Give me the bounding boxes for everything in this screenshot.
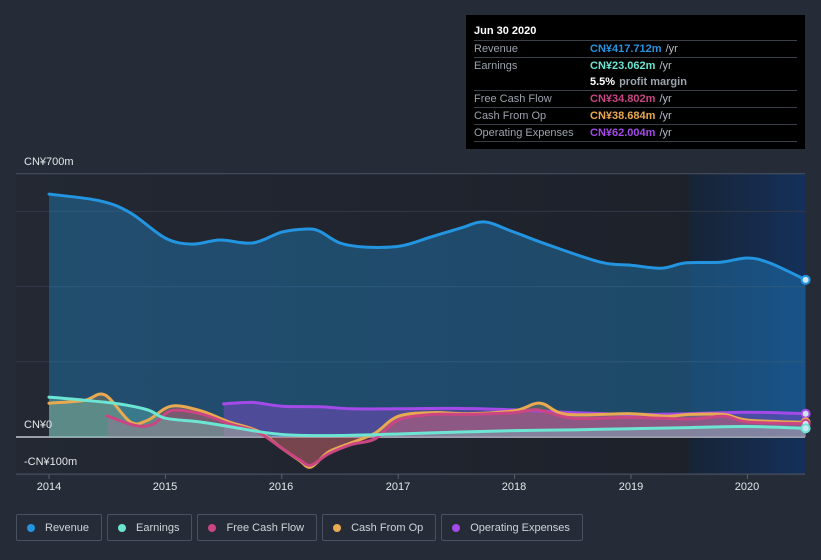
- tooltip-value: CN¥62.004m: [590, 127, 656, 139]
- tooltip-unit: /yr: [665, 43, 678, 55]
- legend-dot-icon: [452, 523, 461, 532]
- legend-label: Revenue: [45, 521, 90, 534]
- legend-item-cash-from-op[interactable]: Cash From Op: [322, 514, 437, 541]
- operating-expenses-endpoint: [800, 408, 811, 419]
- tooltip-row-revenue: Revenue CN¥417.712m /yr: [474, 41, 797, 58]
- x-tick-label: 2018: [501, 481, 527, 493]
- tooltip-row-earnings: Earnings CN¥23.062m /yr: [474, 58, 797, 74]
- tooltip-row-profit-margin: 5.5% profit margin: [474, 74, 797, 91]
- tooltip-label: Operating Expenses: [474, 127, 574, 139]
- tooltip-label: Earnings: [474, 60, 518, 72]
- legend-dot-icon: [27, 523, 35, 532]
- profit-margin-value: 5.5%: [590, 76, 616, 88]
- legend-item-operating-expenses[interactable]: Operating Expenses: [441, 514, 583, 541]
- tooltip-row-cfo: Cash From Op CN¥38.684m /yr: [474, 108, 797, 125]
- x-tick-label: 2019: [618, 481, 644, 493]
- legend-label: Free Cash Flow: [226, 521, 305, 534]
- x-tick-label: 2020: [734, 481, 760, 493]
- x-tick-label: 2017: [385, 481, 411, 493]
- tooltip-value: CN¥34.802m: [590, 93, 656, 105]
- y-tick-label-0: CN¥0: [24, 419, 53, 431]
- tooltip-value: CN¥38.684m: [590, 110, 656, 122]
- tooltip-row-opex: Operating Expenses CN¥62.004m /yr: [474, 125, 797, 142]
- y-tick-label-neg100: -CN¥100m: [24, 456, 78, 468]
- data-tooltip: Jun 30 2020 Revenue CN¥417.712m /yr Earn…: [466, 15, 805, 149]
- x-tick-label: 2015: [152, 481, 178, 493]
- tooltip-label: Free Cash Flow: [474, 93, 552, 105]
- tooltip-unit: /yr: [659, 127, 672, 139]
- tooltip-date: Jun 30 2020: [474, 23, 797, 41]
- legend-label: Earnings: [136, 521, 180, 534]
- tooltip-unit: /yr: [659, 60, 672, 72]
- tooltip-value: CN¥417.712m: [590, 43, 662, 55]
- tooltip-row-fcf: Free Cash Flow CN¥34.802m /yr: [474, 91, 797, 108]
- tooltip-unit: /yr: [659, 110, 672, 122]
- earnings-endpoint: [800, 423, 811, 434]
- legend-dot-icon: [333, 523, 342, 532]
- tooltip-label: Revenue: [474, 43, 519, 55]
- tooltip-label: Cash From Op: [474, 110, 547, 122]
- y-tick-label-700: CN¥700m: [24, 156, 74, 168]
- revenue-endpoint: [800, 274, 811, 285]
- legend-label: Operating Expenses: [470, 521, 570, 534]
- tooltip-unit: /yr: [659, 93, 672, 105]
- legend-item-revenue[interactable]: Revenue: [16, 514, 103, 541]
- legend-item-free-cash-flow[interactable]: Free Cash Flow: [197, 514, 318, 541]
- legend-label: Cash From Op: [351, 521, 424, 534]
- legend-item-earnings[interactable]: Earnings: [107, 514, 193, 541]
- tooltip-spacer: [474, 74, 590, 90]
- tooltip-value: CN¥23.062m: [590, 60, 656, 72]
- legend-dot-icon: [208, 523, 217, 532]
- legend-dot-icon: [118, 523, 127, 532]
- profit-margin-label: profit margin: [619, 76, 687, 88]
- chart-legend: Revenue Earnings Free Cash Flow Cash Fro…: [16, 514, 583, 541]
- x-tick-label: 2014: [36, 481, 62, 493]
- x-tick-label: 2016: [268, 481, 294, 493]
